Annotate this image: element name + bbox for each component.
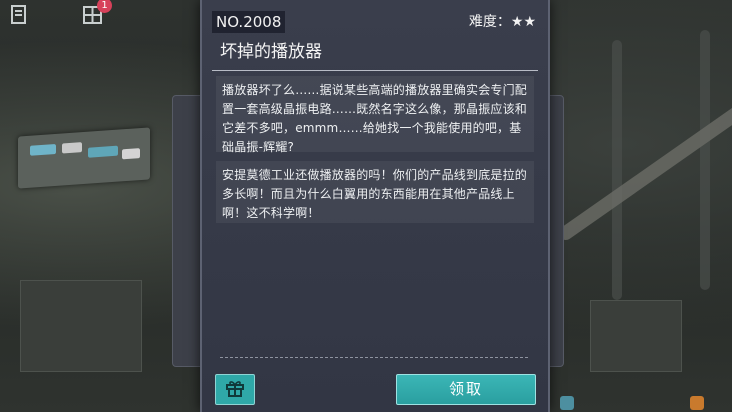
footer-divider: [220, 357, 528, 358]
quest-title: 坏掉的播放器: [220, 42, 322, 62]
background-crate: [20, 280, 142, 372]
difficulty-label: 难度：: [468, 14, 511, 30]
quest-number: NO.2008: [212, 11, 286, 33]
background-shelf: [18, 127, 150, 189]
difficulty-stars: ★★: [510, 14, 536, 30]
bottom-tray-icon: [690, 396, 704, 410]
gift-icon: [225, 378, 245, 402]
shelf-item: [30, 143, 56, 156]
quest-dialog: NO.2008 难度：★★ 坏掉的播放器 播放器坏了么……据说某些高端的播放器里…: [200, 0, 550, 412]
background-rail: [700, 30, 710, 290]
quest-description-1: 播放器坏了么……据说某些高端的播放器里确实会专门配置一套高级晶振电路……既然名字…: [216, 76, 534, 154]
shelf-item: [62, 142, 82, 154]
reward-preview-button[interactable]: [215, 374, 255, 405]
shelf-item: [122, 148, 140, 160]
bottom-tray-icon: [560, 396, 574, 410]
difficulty-rating: 难度：★★: [469, 12, 536, 32]
shelf-item: [88, 145, 118, 158]
claim-button[interactable]: 领取: [396, 374, 536, 405]
quest-description-2: 安提莫德工业还做播放器的吗！你们的产品线到底是拉的多长啊！而且为什么白翼用的东西…: [216, 161, 534, 223]
title-divider: [212, 70, 538, 71]
background-crate: [590, 300, 682, 372]
background-rail: [612, 40, 622, 300]
document-icon[interactable]: [6, 4, 32, 30]
